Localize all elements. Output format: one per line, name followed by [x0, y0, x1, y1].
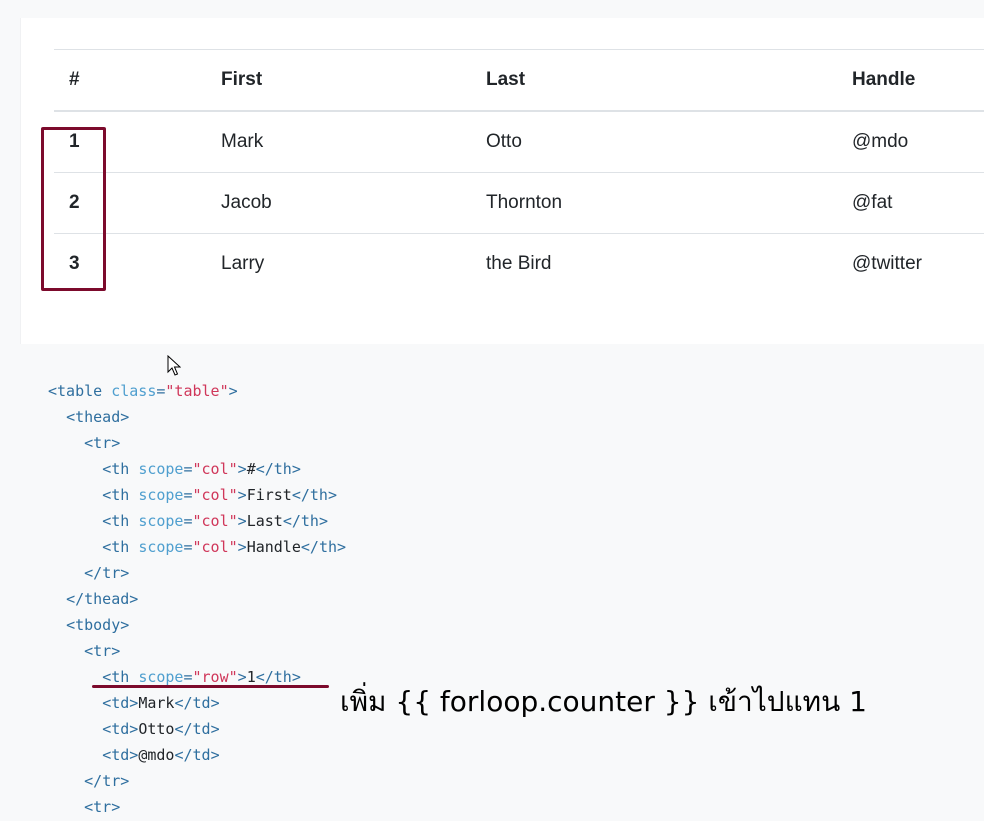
table-row: 2 Jacob Thornton @fat [54, 172, 984, 234]
code-line-tr-open: <tr> [84, 434, 121, 452]
code-line-td: <td>Otto</td> [102, 720, 220, 738]
cell-first: Larry [206, 233, 471, 294]
header-first: First [206, 49, 471, 112]
data-table: # First Last Handle 1 Mark Otto @mdo 2 J… [54, 49, 984, 294]
table-row: 1 Mark Otto @mdo [54, 111, 984, 173]
annotation-underline [92, 685, 329, 688]
cell-handle: @twitter [837, 233, 984, 294]
code-line-tr-open: <tr> [84, 642, 121, 660]
code-line-thead-close: </thead> [66, 590, 139, 608]
code-line-th-col: <th scope="col">Last</th> [102, 512, 328, 530]
code-snippet: <table class="table"> <thead> <tr> <th s… [48, 378, 346, 820]
table-row: 3 Larry the Bird @twitter [54, 233, 984, 294]
header-num: # [54, 49, 206, 112]
code-line-tr-close: </tr> [84, 564, 130, 582]
cell-last: Otto [486, 131, 522, 152]
cell-handle: @mdo [852, 131, 909, 152]
cell-first: Mark [221, 131, 264, 152]
cell-first: Jacob [206, 172, 471, 234]
table-header-row: # First Last Handle [54, 49, 984, 112]
annotation-note: เพิ่ม {{ forloop.counter }} เข้าไปแทน 1 [340, 685, 867, 718]
row-number-highlight-box [41, 127, 106, 291]
code-line-th-row: <th scope="row">1</th> [102, 668, 301, 686]
header-handle: Handle [837, 49, 984, 112]
table-example-preview: # First Last Handle 1 Mark Otto @mdo 2 J… [20, 18, 984, 344]
code-line-table-open: <table class="table"> [48, 382, 238, 400]
cell-handle: @fat [837, 172, 984, 234]
code-line-td: <td>Mark</td> [102, 694, 220, 712]
code-line-thead-open: <thead> [66, 408, 130, 426]
cell-last: the Bird [471, 233, 837, 294]
code-line-tr-open: <tr> [84, 798, 121, 816]
code-line-th-col: <th scope="col">First</th> [102, 486, 337, 504]
cell-last: Thornton [471, 172, 837, 234]
code-line-tbody-open: <tbody> [66, 616, 130, 634]
code-line-td: <td>@mdo</td> [102, 746, 220, 764]
code-line-th-col: <th scope="col">#</th> [102, 460, 301, 478]
header-last: Last [471, 49, 837, 112]
top-strip [0, 0, 984, 18]
code-line-tr-close: </tr> [84, 772, 130, 790]
code-line-th-col: <th scope="col">Handle</th> [102, 538, 347, 556]
